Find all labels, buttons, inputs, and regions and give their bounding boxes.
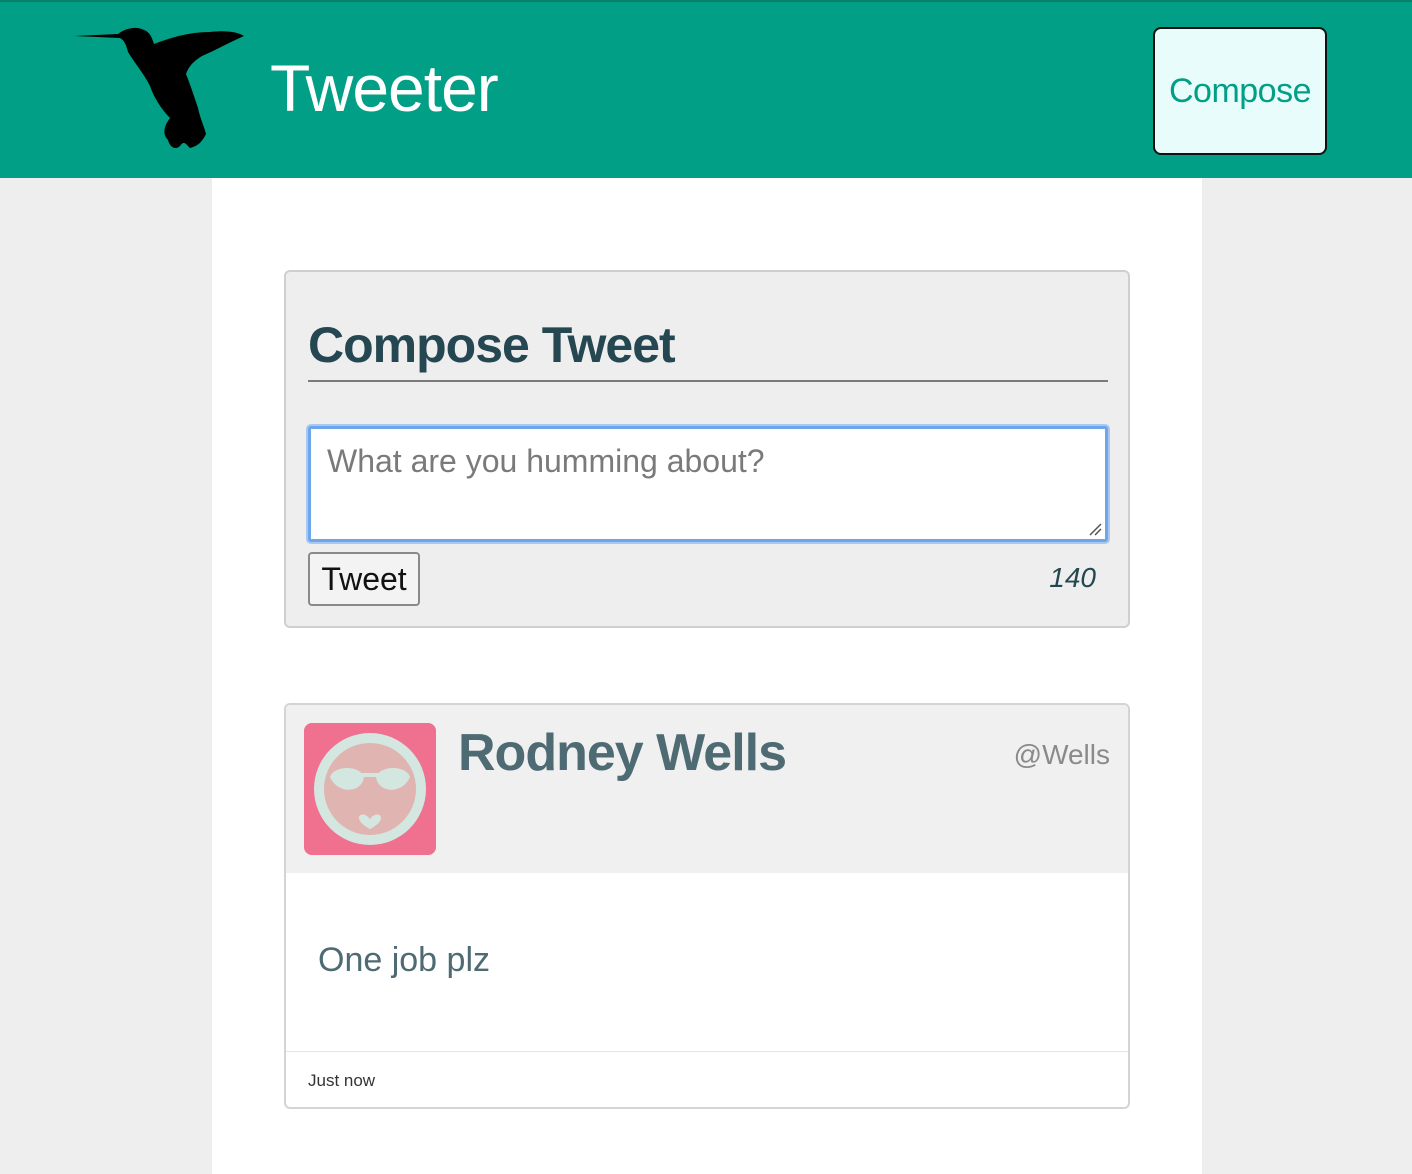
- author-handle: @Wells: [1013, 739, 1110, 770]
- author-name: Rodney Wells: [458, 724, 787, 782]
- new-tweet-section: Compose Tweet Tweet 140: [284, 270, 1130, 628]
- brand-title: Tweeter: [270, 51, 499, 125]
- tweet-header: Rodney Wells @Wells: [286, 705, 1128, 873]
- compose-button[interactable]: Compose: [1153, 27, 1327, 155]
- tweet-submit-button[interactable]: Tweet: [308, 552, 420, 606]
- navbar: Tweeter Compose: [0, 2, 1412, 178]
- footer-divider: [286, 1051, 1128, 1052]
- tweet-textarea[interactable]: [308, 426, 1108, 542]
- tweet-timestamp: Just now: [308, 1071, 376, 1090]
- tweet-card: Rodney Wells @Wells One job plz Just now: [284, 703, 1130, 1109]
- compose-tweet-title: Compose Tweet: [308, 317, 676, 373]
- resize-grip-icon[interactable]: [1088, 522, 1102, 536]
- hummingbird-icon: [74, 27, 244, 149]
- character-counter: 140: [1049, 562, 1096, 593]
- title-divider: [308, 380, 1108, 382]
- main-container: Compose Tweet Tweet 140 Rodney Wells @We…: [212, 178, 1202, 1174]
- avatar: [304, 723, 436, 855]
- tweet-text: One job plz: [318, 941, 490, 979]
